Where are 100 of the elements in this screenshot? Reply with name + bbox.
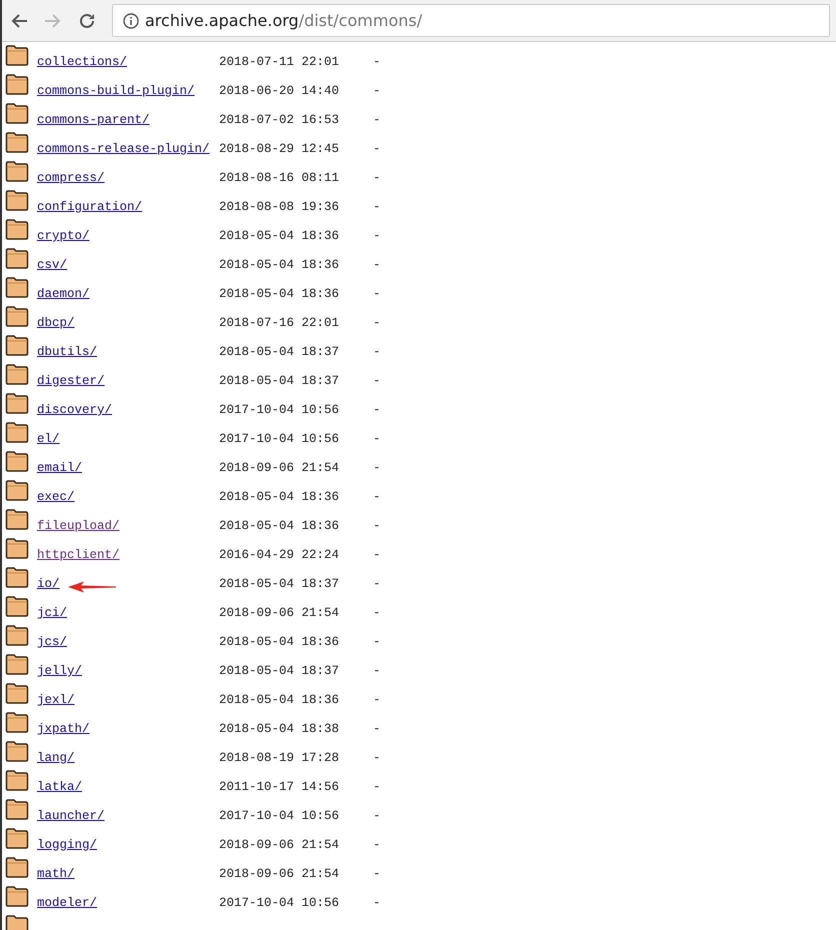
folder-icon: [5, 596, 29, 617]
file-size: -: [373, 55, 381, 69]
folder-icon: [5, 45, 29, 66]
folder-link[interactable]: io/: [37, 577, 219, 591]
file-size: -: [373, 635, 381, 649]
info-icon[interactable]: [123, 12, 139, 28]
folder-link[interactable]: logging/: [37, 838, 219, 852]
modified-date: 2018-05-04 18:37: [219, 664, 340, 678]
file-size: -: [373, 171, 381, 185]
modified-date: 2018-07-02 16:53: [219, 113, 340, 127]
folder-link[interactable]: exec/: [37, 490, 219, 504]
folder-icon: [5, 480, 29, 501]
modified-date: 2018-08-29 12:45: [219, 142, 340, 156]
folder-icon: [5, 886, 29, 907]
folder-link[interactable]: el/: [37, 432, 219, 446]
folder-icon: [5, 538, 29, 559]
folder-link[interactable]: commons-release-plugin/: [37, 142, 219, 156]
folder-link[interactable]: commons-build-plugin/: [37, 84, 219, 98]
modified-date: 2018-09-06 21:54: [219, 461, 340, 475]
file-size: -: [373, 345, 381, 359]
folder-icon: [5, 306, 29, 327]
folder-link[interactable]: jci/: [37, 606, 219, 620]
modified-date: 2018-05-04 18:38: [219, 722, 340, 736]
file-size: -: [373, 258, 381, 272]
file-size: -: [373, 461, 381, 475]
file-size: -: [373, 200, 381, 214]
folder-icon: [5, 654, 29, 675]
folder-icon: [5, 770, 29, 791]
file-size: -: [373, 84, 381, 98]
modified-date: 2018-05-04 18:36: [219, 693, 340, 707]
folder-link[interactable]: lang/: [37, 751, 219, 765]
file-size: -: [373, 809, 381, 823]
folder-icon: [5, 625, 29, 646]
file-size: -: [373, 722, 381, 736]
folder-link[interactable]: discovery/: [37, 403, 219, 417]
folder-link[interactable]: configuration/: [37, 200, 219, 214]
folder-link[interactable]: compress/: [37, 171, 219, 185]
address-bar[interactable]: archive.apache.org/dist/commons/: [112, 4, 830, 37]
url-text: archive.apache.org/dist/commons/: [145, 11, 422, 30]
reload-icon[interactable]: [78, 12, 96, 30]
file-size: -: [373, 287, 381, 301]
modified-date: 2018-05-04 18:37: [219, 577, 340, 591]
file-size: -: [373, 229, 381, 243]
folder-icon: [5, 799, 29, 820]
file-size: -: [373, 751, 381, 765]
file-size: -: [373, 896, 381, 910]
folder-link[interactable]: commons-parent/: [37, 113, 219, 127]
file-size: -: [373, 113, 381, 127]
file-size: -: [373, 374, 381, 388]
modified-date: 2011-10-17 14:56: [219, 780, 340, 794]
folder-icon: [5, 741, 29, 762]
folder-link[interactable]: jexl/: [37, 693, 219, 707]
file-size: -: [373, 316, 381, 330]
folder-icon: [5, 857, 29, 878]
file-size: -: [373, 867, 381, 881]
modified-date: 2018-05-04 18:37: [219, 374, 340, 388]
folder-link[interactable]: jelly/: [37, 664, 219, 678]
modified-date: 2016-04-29 22:24: [219, 548, 340, 562]
file-size: -: [373, 780, 381, 794]
folder-link[interactable]: crypto/: [37, 229, 219, 243]
folder-icon: [5, 248, 29, 269]
folder-icon: [5, 712, 29, 733]
folder-link[interactable]: csv/: [37, 258, 219, 272]
folder-link[interactable]: modeler/: [37, 896, 219, 910]
modified-date: 2018-06-20 14:40: [219, 84, 340, 98]
folder-link[interactable]: digester/: [37, 374, 219, 388]
folder-icon: [5, 219, 29, 240]
folder-icon: [5, 364, 29, 385]
folder-link[interactable]: jxpath/: [37, 722, 219, 736]
modified-date: 2018-05-04 18:36: [219, 229, 340, 243]
modified-date: 2018-08-16 08:11: [219, 171, 340, 185]
folder-icon: [5, 828, 29, 849]
modified-date: 2018-05-04 18:36: [219, 519, 340, 533]
back-icon[interactable]: [10, 12, 28, 28]
modified-date: 2017-10-04 10:56: [219, 896, 340, 910]
modified-date: 2018-09-06 21:54: [219, 838, 340, 852]
folder-icon: [5, 509, 29, 530]
folder-link[interactable]: httpclient/: [37, 548, 219, 562]
modified-date: 2018-05-04 18:37: [219, 345, 340, 359]
folder-link[interactable]: collections/: [37, 55, 219, 69]
modified-date: 2018-05-04 18:36: [219, 490, 340, 504]
folder-link[interactable]: latka/: [37, 780, 219, 794]
folder-icon: [5, 74, 29, 95]
modified-date: 2018-09-06 21:54: [219, 606, 340, 620]
folder-link[interactable]: fileupload/: [37, 519, 219, 533]
folder-link[interactable]: jcs/: [37, 635, 219, 649]
folder-icon: [5, 451, 29, 472]
folder-link[interactable]: launcher/: [37, 809, 219, 823]
folder-link[interactable]: dbcp/: [37, 316, 219, 330]
folder-link[interactable]: email/: [37, 461, 219, 475]
modified-date: 2018-09-06 21:54: [219, 867, 340, 881]
folder-icon: [5, 103, 29, 124]
folder-icon: [5, 161, 29, 182]
file-size: -: [373, 548, 381, 562]
folder-link[interactable]: daemon/: [37, 287, 219, 301]
folder-link[interactable]: math/: [37, 867, 219, 881]
modified-date: 2018-07-11 22:01: [219, 55, 340, 69]
file-size: -: [373, 606, 381, 620]
folder-icon: [5, 422, 29, 443]
folder-link[interactable]: dbutils/: [37, 345, 219, 359]
